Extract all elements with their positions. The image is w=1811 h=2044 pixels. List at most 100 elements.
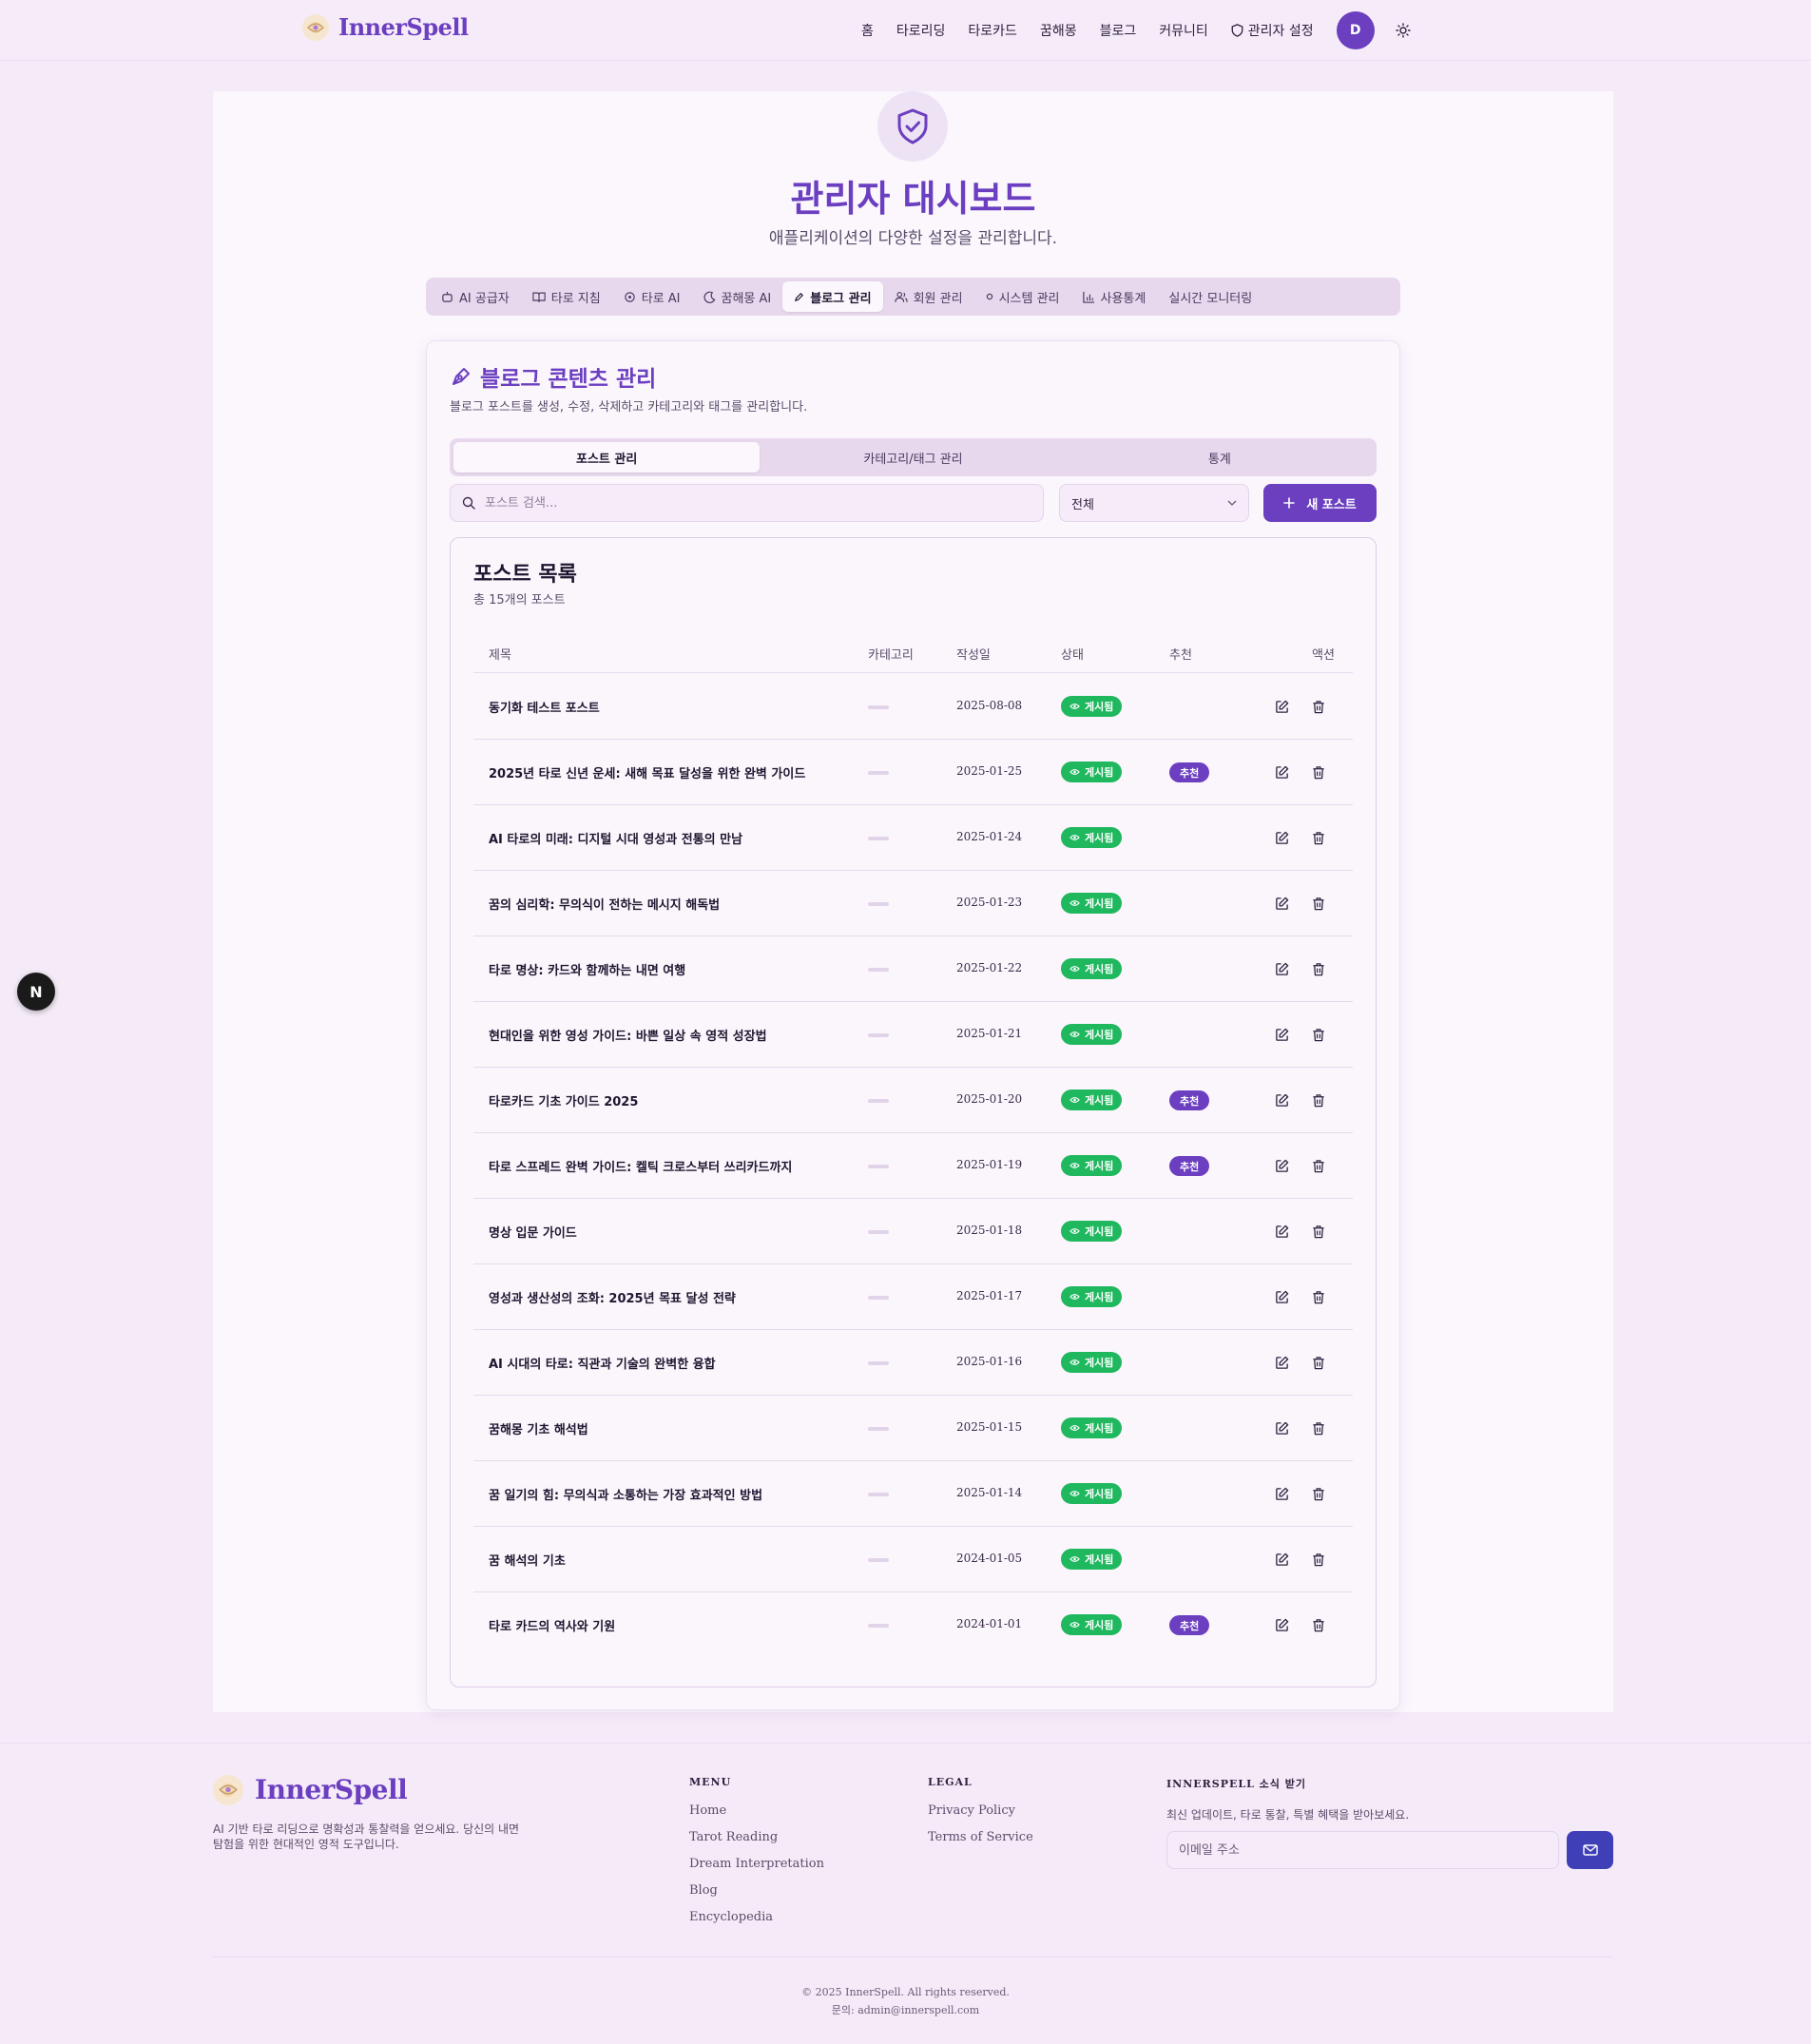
trash-icon[interactable] <box>1309 828 1328 847</box>
post-search-input[interactable] <box>485 495 1017 511</box>
trash-icon[interactable] <box>1309 1025 1328 1044</box>
trash-icon[interactable] <box>1309 1484 1328 1503</box>
footer-link-home[interactable]: Home <box>689 1803 824 1830</box>
footer-legal: LEGAL Privacy Policy Terms of Service <box>928 1776 1033 1857</box>
trash-icon[interactable] <box>1309 1615 1328 1634</box>
footer-link-encyclopedia[interactable]: Encyclopedia <box>689 1910 824 1937</box>
trash-icon[interactable] <box>1309 1418 1328 1437</box>
post-title[interactable]: AI 타로의 미래: 디지털 시대 영성과 전통의 만남 <box>489 829 742 847</box>
edit-icon[interactable] <box>1272 1353 1291 1372</box>
col-date: 작성일 <box>956 648 991 663</box>
tab-tarot-ai-label: 타로 AI <box>641 291 681 306</box>
subtab-statistics[interactable]: 통계 <box>1067 442 1373 472</box>
edit-icon[interactable] <box>1272 1090 1291 1109</box>
eye-icon <box>1069 1359 1080 1366</box>
trash-icon[interactable] <box>1309 762 1328 781</box>
edit-icon[interactable] <box>1272 1550 1291 1569</box>
post-date: 2025-01-23 <box>956 896 1023 909</box>
edit-icon[interactable] <box>1272 1615 1291 1634</box>
edit-icon[interactable] <box>1272 697 1291 716</box>
post-list-card: 포스트 목록 총 15개의 포스트 제목 카테고리 작성일 상태 추천 액션 동… <box>450 537 1377 1687</box>
subtab-post-management[interactable]: 포스트 관리 <box>453 442 761 472</box>
nav-tarot-cards[interactable]: 타로카드 <box>968 21 1017 40</box>
footer-menu: MENU Home Tarot Reading Dream Interpreta… <box>689 1776 824 1937</box>
post-title[interactable]: 명상 입문 가이드 <box>489 1223 577 1241</box>
footer-link-blog[interactable]: Blog <box>689 1883 824 1910</box>
tab-usage-stats[interactable]: 사용통계 <box>1071 281 1158 312</box>
edit-icon[interactable] <box>1272 1222 1291 1241</box>
tab-system-management[interactable]: 시스템 관리 <box>974 281 1071 312</box>
post-category-empty <box>868 771 889 775</box>
edit-icon[interactable] <box>1272 1156 1291 1175</box>
nav-admin-settings[interactable]: 관리자 설정 <box>1231 21 1314 40</box>
post-title[interactable]: 꿈해몽 기초 해석법 <box>489 1419 588 1437</box>
edit-icon[interactable] <box>1272 1287 1291 1306</box>
tab-realtime-monitoring[interactable]: 실시간 모니터링 <box>1157 281 1263 312</box>
newsletter-submit-button[interactable] <box>1567 1831 1613 1869</box>
edit-icon[interactable] <box>1272 894 1291 913</box>
tab-dream-ai[interactable]: 꿈해몽 AI <box>692 281 783 312</box>
footer-legal-heading: LEGAL <box>928 1776 973 1788</box>
theme-toggle-sun-icon[interactable] <box>1394 21 1413 40</box>
trash-icon[interactable] <box>1309 1090 1328 1109</box>
trash-icon[interactable] <box>1309 1222 1328 1241</box>
post-title[interactable]: 현대인을 위한 영성 가이드: 바쁜 일상 속 영적 성장법 <box>489 1026 767 1044</box>
subtab-category-tag-management[interactable]: 카테고리/태그 관리 <box>760 442 1066 472</box>
dev-tools-badge[interactable]: N <box>17 973 55 1011</box>
nav-dream[interactable]: 꿈해몽 <box>1040 21 1077 40</box>
tab-ai-provider[interactable]: AI 공급자 <box>430 281 521 312</box>
blog-card-title: 블로그 콘텐츠 관리 <box>450 360 656 393</box>
nav-tarot-reading[interactable]: 타로리딩 <box>896 21 946 40</box>
status-filter-select[interactable]: 전체 <box>1059 484 1249 522</box>
new-post-button[interactable]: 새 포스트 <box>1263 484 1377 522</box>
footer-brand[interactable]: InnerSpell <box>213 1774 408 1805</box>
post-title[interactable]: 꿈 해석의 기초 <box>489 1551 566 1569</box>
post-title[interactable]: 영성과 생산성의 조화: 2025년 목표 달성 전략 <box>489 1288 736 1306</box>
status-badge-label: 게시됨 <box>1085 1160 1114 1172</box>
tab-member-management[interactable]: 회원 관리 <box>883 281 974 312</box>
status-badge: 게시됨 <box>1061 1221 1123 1242</box>
post-title[interactable]: 꿈 일기의 힘: 무의식과 소통하는 가장 효과적인 방법 <box>489 1485 762 1503</box>
post-date: 2025-01-14 <box>956 1486 1023 1499</box>
tab-blog-management[interactable]: 블로그 관리 <box>782 281 883 312</box>
footer-link-privacy[interactable]: Privacy Policy <box>928 1803 1033 1830</box>
nav-community[interactable]: 커뮤니티 <box>1159 21 1208 40</box>
status-badge: 게시됨 <box>1061 1352 1123 1373</box>
post-title[interactable]: 타로 스프레드 완벽 가이드: 켈틱 크로스부터 쓰리카드까지 <box>489 1157 792 1175</box>
tab-tarot-guidelines[interactable]: 타로 지침 <box>521 281 612 312</box>
post-title[interactable]: 타로카드 기초 가이드 2025 <box>489 1091 638 1109</box>
trash-icon[interactable] <box>1309 894 1328 913</box>
post-category-empty <box>868 1493 889 1496</box>
status-badge: 게시됨 <box>1061 958 1123 979</box>
post-title[interactable]: 동기화 테스트 포스트 <box>489 698 600 716</box>
footer-link-terms[interactable]: Terms of Service <box>928 1830 1033 1857</box>
post-title[interactable]: 꿈의 심리학: 무의식이 전하는 메시지 해독법 <box>489 895 720 913</box>
table-row: 현대인을 위한 영성 가이드: 바쁜 일상 속 영적 성장법 2025-01-21… <box>473 1002 1353 1068</box>
post-title[interactable]: AI 시대의 타로: 직관과 기술의 완벽한 융합 <box>489 1354 716 1372</box>
edit-icon[interactable] <box>1272 1418 1291 1437</box>
brand-link[interactable]: InnerSpell <box>302 13 469 41</box>
mail-icon <box>1582 1844 1598 1856</box>
edit-icon[interactable] <box>1272 1484 1291 1503</box>
edit-icon[interactable] <box>1272 959 1291 978</box>
post-title[interactable]: 타로 카드의 역사와 기원 <box>489 1616 615 1634</box>
trash-icon[interactable] <box>1309 697 1328 716</box>
trash-icon[interactable] <box>1309 1353 1328 1372</box>
eye-icon <box>1069 1293 1080 1301</box>
footer-link-tarot-reading[interactable]: Tarot Reading <box>689 1830 824 1857</box>
footer-link-dream[interactable]: Dream Interpretation <box>689 1857 824 1883</box>
tab-tarot-ai[interactable]: 타로 AI <box>612 281 692 312</box>
user-avatar[interactable]: D <box>1336 11 1375 49</box>
edit-icon[interactable] <box>1272 762 1291 781</box>
trash-icon[interactable] <box>1309 1550 1328 1569</box>
edit-icon[interactable] <box>1272 828 1291 847</box>
trash-icon[interactable] <box>1309 959 1328 978</box>
trash-icon[interactable] <box>1309 1287 1328 1306</box>
post-title[interactable]: 2025년 타로 신년 운세: 새해 목표 달성을 위한 완벽 가이드 <box>489 763 805 781</box>
newsletter-email-input[interactable] <box>1179 1842 1540 1858</box>
trash-icon[interactable] <box>1309 1156 1328 1175</box>
nav-home[interactable]: 홈 <box>861 21 874 40</box>
nav-blog[interactable]: 블로그 <box>1100 21 1137 40</box>
edit-icon[interactable] <box>1272 1025 1291 1044</box>
post-title[interactable]: 타로 명상: 카드와 함께하는 내면 여행 <box>489 960 685 978</box>
